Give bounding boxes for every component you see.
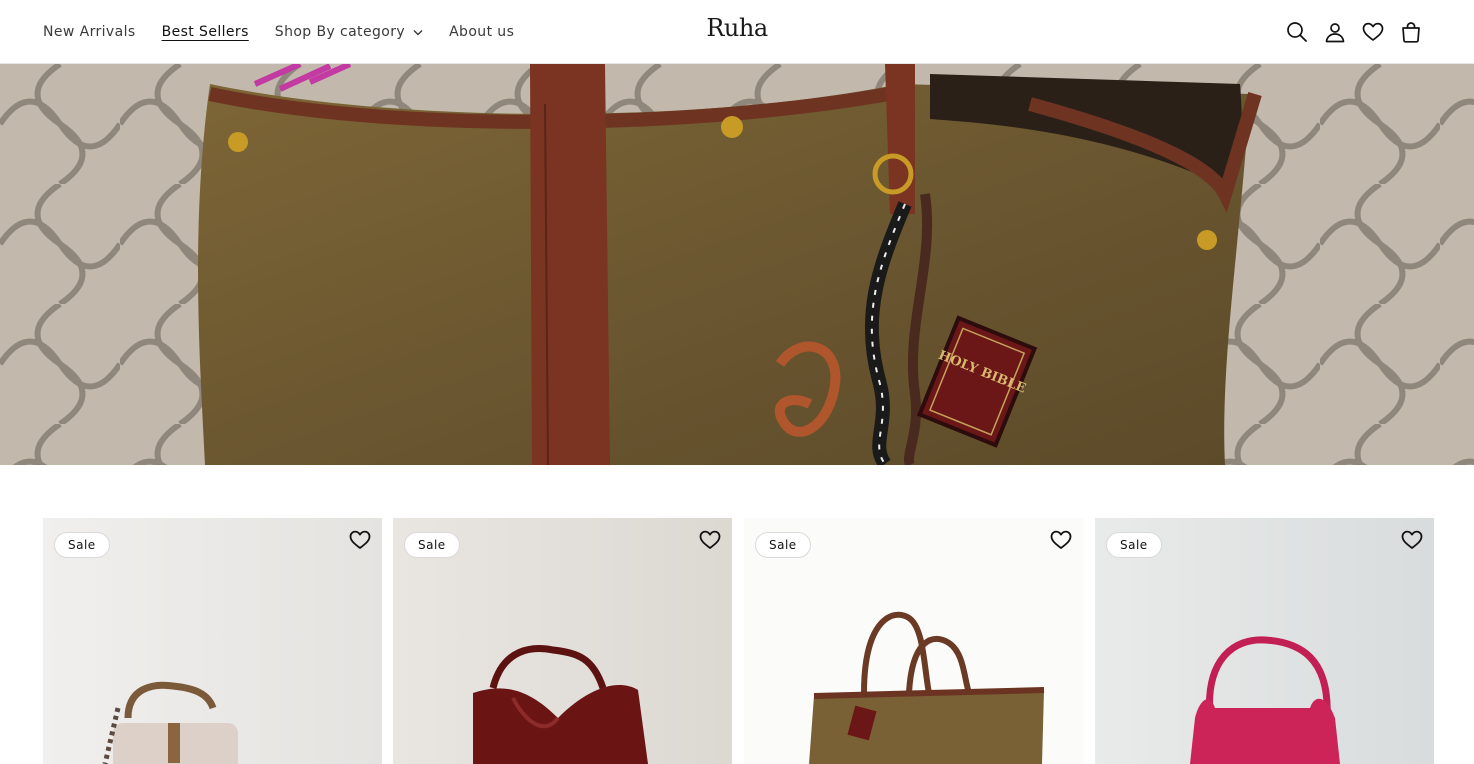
nav-best-sellers[interactable]: Best Sellers [162,24,249,40]
cart-icon[interactable] [1392,13,1430,51]
nav-about-us[interactable]: About us [449,24,514,40]
hero-banner: HOLY BIBLE [0,64,1474,465]
hero-image: HOLY BIBLE [0,64,1474,465]
chevron-down-icon [413,29,423,36]
product-card[interactable]: Sale [43,518,382,764]
wishlist-icon[interactable] [1354,13,1392,51]
account-icon[interactable] [1316,13,1354,51]
heart-icon[interactable] [1400,528,1424,552]
sale-badge: Sale [54,532,110,558]
product-grid: Sale Sale Sale Sale [43,518,1434,764]
product-card[interactable]: Sale [393,518,732,764]
sale-badge: Sale [1106,532,1162,558]
nav-new-arrivals[interactable]: New Arrivals [43,24,136,40]
heart-icon[interactable] [698,528,722,552]
heart-icon[interactable] [1049,528,1073,552]
product-card[interactable]: Sale [744,518,1083,764]
sale-badge: Sale [755,532,811,558]
search-icon[interactable] [1278,13,1316,51]
heart-icon[interactable] [348,528,372,552]
site-logo[interactable]: Ruha [706,14,768,42]
header-icons [1278,0,1430,64]
sale-badge: Sale [404,532,460,558]
product-card[interactable]: Sale [1095,518,1434,764]
main-nav: New Arrivals Best Sellers Shop By catego… [43,0,540,64]
nav-shop-by-category-label: Shop By category [274,24,406,40]
site-header: New Arrivals Best Sellers Shop By catego… [0,0,1474,64]
nav-shop-by-category[interactable]: Shop By category [275,24,423,40]
